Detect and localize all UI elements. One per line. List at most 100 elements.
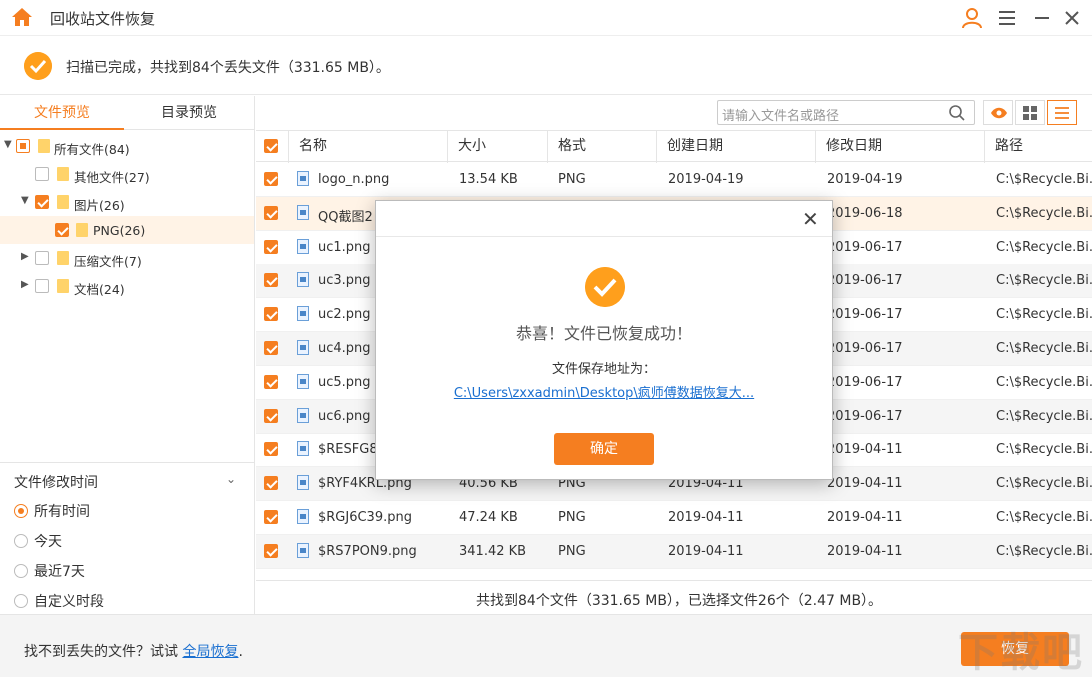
column-header-size[interactable]: 大小 xyxy=(447,131,548,163)
preview-toggle-button[interactable] xyxy=(983,100,1013,125)
global-recovery-link[interactable]: 全局恢复 xyxy=(182,644,238,660)
checkbox[interactable] xyxy=(55,223,69,237)
status-bar: 共找到84个文件（331.65 MB），已选择文件26个（2.47 MB）。 xyxy=(256,580,1092,614)
eye-icon xyxy=(991,107,1007,119)
column-header-created[interactable]: 创建日期 xyxy=(656,131,816,163)
tree-item-archives[interactable]: ▶ 压缩文件(7) xyxy=(0,244,254,272)
table-row[interactable]: $RGJ6C39.png 47.24 KB PNG 2019-04-11 2019-04… xyxy=(256,501,1092,535)
row-checkbox[interactable] xyxy=(264,510,278,524)
tree-item-all-files[interactable]: ▼ 所有文件(84) xyxy=(0,132,254,160)
row-checkbox[interactable] xyxy=(264,476,278,491)
select-all-checkbox[interactable] xyxy=(264,139,278,153)
radio-today[interactable] xyxy=(14,534,28,548)
grid-icon xyxy=(1023,106,1037,120)
checkbox[interactable] xyxy=(35,251,49,265)
folder-icon xyxy=(57,279,69,293)
chevron-right-icon[interactable]: ▶ xyxy=(21,252,31,262)
tree-item-other-files[interactable]: 其他文件(27) xyxy=(0,160,254,188)
checkbox[interactable] xyxy=(35,167,49,181)
row-checkbox[interactable] xyxy=(264,374,278,389)
checkbox[interactable] xyxy=(35,195,49,209)
cell-modified: 2019-04-19 xyxy=(827,172,903,187)
chevron-down-icon[interactable]: ⌄ xyxy=(226,472,236,486)
tree-item-png[interactable]: PNG(26) xyxy=(0,216,254,244)
list-view-button[interactable] xyxy=(1047,100,1077,125)
image-file-icon xyxy=(297,272,309,288)
chevron-down-icon[interactable]: ▼ xyxy=(4,140,14,150)
row-checkbox[interactable] xyxy=(264,341,278,355)
column-header-name[interactable]: 名称 xyxy=(288,131,448,163)
user-icon[interactable] xyxy=(960,6,984,30)
tree-item-label: 压缩文件(7) xyxy=(74,254,142,269)
checkbox[interactable] xyxy=(35,279,49,293)
cell-path: C:\$Recycle.Bi... xyxy=(996,172,1092,187)
tree-item-documents[interactable]: ▶ 文档(24) xyxy=(0,272,254,300)
save-location-link[interactable]: C:\Users\zxxadmin\Desktop\疯师傅数据恢复大... xyxy=(376,382,832,401)
radio-custom-range[interactable] xyxy=(14,594,28,608)
close-icon[interactable]: ✕ xyxy=(802,207,819,231)
checkbox[interactable] xyxy=(16,139,30,153)
row-checkbox[interactable] xyxy=(264,408,278,423)
folder-icon xyxy=(38,139,50,153)
radio-label[interactable]: 今天 xyxy=(34,531,62,551)
cell-path: C:\$Recycle.Bi... xyxy=(996,341,1092,356)
row-checkbox[interactable] xyxy=(264,172,278,186)
app-title: 回收站文件恢复 xyxy=(50,10,156,28)
footer: 找不到丢失的文件？试试 全局恢复. 恢复 xyxy=(0,614,1092,677)
search-icon[interactable] xyxy=(948,104,966,122)
tab-directory-preview[interactable]: 目录预览 xyxy=(127,96,251,130)
cell-modified: 2019-06-18 xyxy=(827,205,903,221)
cell-modified: 2019-04-11 xyxy=(827,543,903,559)
row-checkbox[interactable] xyxy=(264,307,278,322)
image-file-icon xyxy=(297,306,309,322)
search-input[interactable]: 请输入文件名或路径 xyxy=(717,100,975,125)
home-icon[interactable] xyxy=(10,5,34,29)
image-file-icon xyxy=(297,407,309,423)
cell-name: logo_n.png xyxy=(318,172,390,187)
chevron-right-icon[interactable]: ▶ xyxy=(21,280,31,290)
cell-modified: 2019-04-11 xyxy=(827,510,903,525)
row-checkbox[interactable] xyxy=(264,543,278,558)
cell-modified: 2019-04-11 xyxy=(827,442,903,458)
table-header: 名称 大小 格式 创建日期 修改日期 路径 xyxy=(256,130,1092,163)
cell-size: 341.42 KB xyxy=(459,543,527,559)
status-text: 共找到84个文件（331.65 MB），已选择文件26个（2.47 MB）。 xyxy=(476,593,883,609)
success-check-icon xyxy=(24,52,52,80)
radio-last-7-days[interactable] xyxy=(14,564,28,578)
cell-created: 2019-04-11 xyxy=(668,543,744,559)
menu-icon[interactable] xyxy=(995,6,1019,30)
image-file-icon xyxy=(297,475,309,491)
cell-path: C:\$Recycle.Bi... xyxy=(996,273,1092,289)
footer-text: 找不到丢失的文件？试试 全局恢复. xyxy=(24,641,243,661)
chevron-down-icon[interactable]: ▼ xyxy=(21,196,31,206)
cell-path: C:\$Recycle.Bi... xyxy=(996,205,1092,221)
table-row[interactable]: $RS7PON9.png 341.42 KB PNG 2019-04-11 2019-0… xyxy=(256,534,1092,569)
footer-prompt: 找不到丢失的文件？试试 xyxy=(24,644,183,660)
tab-file-preview[interactable]: 文件预览 xyxy=(0,96,124,130)
tree-item-label: 图片(26) xyxy=(74,198,125,213)
row-checkbox[interactable] xyxy=(264,442,278,457)
close-icon[interactable] xyxy=(1060,6,1084,30)
cell-name: $RGJ6C39.png xyxy=(318,510,412,525)
radio-label[interactable]: 所有时间 xyxy=(34,501,90,521)
row-checkbox[interactable] xyxy=(264,273,278,288)
tree-item-images[interactable]: ▼ 图片(26) xyxy=(0,188,254,216)
scan-result-bar: 扫描已完成，共找到84个丢失文件（331.65 MB）。 xyxy=(0,37,1092,95)
ok-button[interactable]: 确定 xyxy=(554,433,654,465)
cell-name: $RS7PON9.png xyxy=(318,543,417,559)
dialog-message: 恭喜！文件已恢复成功！ xyxy=(515,324,692,343)
radio-label[interactable]: 自定义时段 xyxy=(34,591,104,611)
save-location-label: 文件保存地址为： xyxy=(551,362,656,377)
radio-label[interactable]: 最近7天 xyxy=(34,561,85,581)
table-row[interactable]: logo_n.png 13.54 KB PNG 2019-04-19 2019-04-1… xyxy=(256,163,1092,197)
row-checkbox[interactable] xyxy=(264,205,278,220)
column-header-path[interactable]: 路径 xyxy=(984,131,1092,163)
row-checkbox[interactable] xyxy=(264,239,278,254)
column-header-format[interactable]: 格式 xyxy=(547,131,657,163)
cell-path: C:\$Recycle.Bi... xyxy=(996,543,1092,559)
minimize-icon[interactable] xyxy=(1030,6,1054,30)
radio-all-time[interactable] xyxy=(14,504,28,518)
column-header-modified[interactable]: 修改日期 xyxy=(815,131,985,163)
grid-view-button[interactable] xyxy=(1015,100,1045,125)
left-pane: 文件预览 目录预览 ▼ 所有文件(84) 其他文件(27) ▼ 图片(26) P… xyxy=(0,96,255,614)
